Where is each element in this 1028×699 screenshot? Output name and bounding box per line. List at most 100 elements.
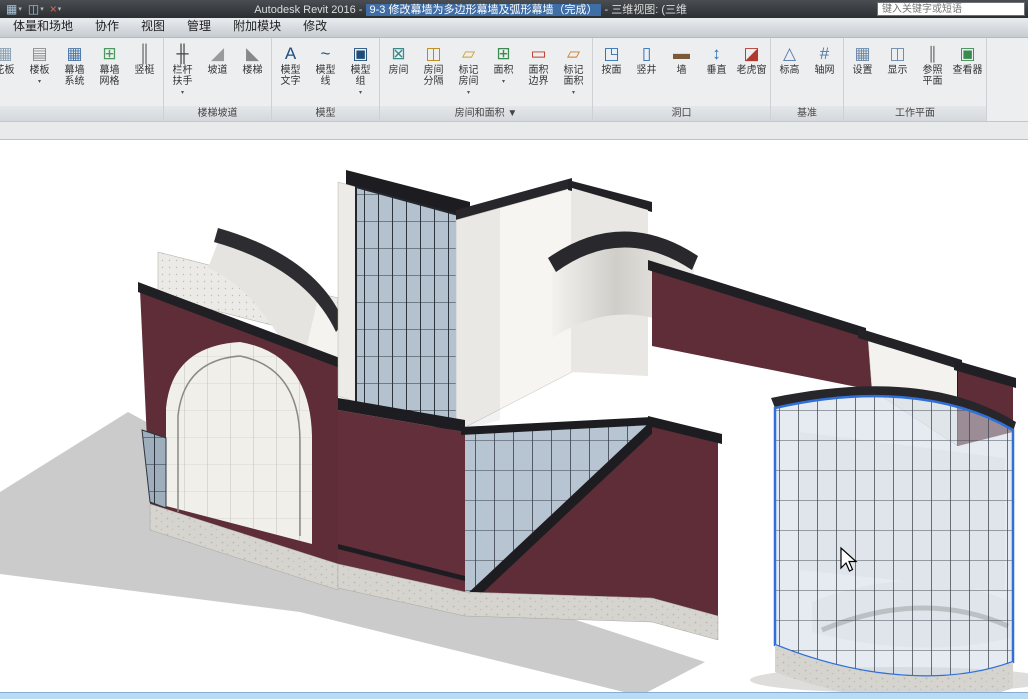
tab-addins[interactable]: 附加模块 bbox=[222, 15, 292, 37]
button-label: 栏杆 扶手 bbox=[173, 65, 193, 87]
tab-view[interactable]: 视图 bbox=[130, 15, 176, 37]
caret-down-icon: ▾ bbox=[572, 88, 575, 99]
panel-label-build[interactable] bbox=[0, 106, 163, 121]
ribbon-button-by-face[interactable]: ◳按面 bbox=[594, 40, 629, 104]
caret-down-icon: ▾ bbox=[38, 77, 41, 88]
panel-label-work-plane[interactable]: 工作平面 bbox=[844, 106, 986, 121]
stair-icon: ◣ bbox=[241, 42, 265, 64]
button-label: 面积 边界 bbox=[529, 65, 549, 87]
button-label: 房间 分隔 bbox=[424, 65, 444, 87]
ribbon-panel-work-plane: ▦设置◫显示∥参照 平面▣查看器工作平面 bbox=[844, 38, 987, 121]
ribbon-button-tag-area[interactable]: ▱标记 面积▾ bbox=[556, 40, 591, 104]
panel-buttons: ⊠房间◫房间 分隔▱标记 房间▾⊞面积▾▭面积 边界▱标记 面积▾ bbox=[380, 38, 592, 106]
ribbon-panel-model: A模型 文字~模型 线▣模型 组▾模型 bbox=[272, 38, 380, 121]
panel-label-datum[interactable]: 基准 bbox=[771, 106, 843, 121]
ribbon-button-wall-opening[interactable]: ▬墙 bbox=[664, 40, 699, 104]
room-separator-icon: ◫ bbox=[422, 42, 446, 64]
ribbon-button-shaft[interactable]: ▯竖井 bbox=[629, 40, 664, 104]
title-suffix: - 三维视图: (三维 bbox=[601, 4, 687, 16]
ribbon-button-grid-axis[interactable]: #轴网 bbox=[807, 40, 842, 104]
search-input[interactable] bbox=[877, 2, 1025, 16]
ribbon-button-curtain-system[interactable]: ▦幕墙 系统 bbox=[57, 40, 92, 104]
ribbon-button-viewer[interactable]: ▣查看器 bbox=[950, 40, 985, 104]
button-label: 墙 bbox=[677, 65, 687, 76]
panel-buttons: A模型 文字~模型 线▣模型 组▾ bbox=[272, 38, 379, 106]
panel-label-room-area[interactable]: 房间和面积 ▼ bbox=[380, 106, 592, 121]
tab-manage[interactable]: 管理 bbox=[176, 15, 222, 37]
ribbon-button-set-workplane[interactable]: ▦设置 bbox=[845, 40, 880, 104]
selected-curtain-wall[interactable] bbox=[771, 386, 1016, 692]
area-icon: ⊞ bbox=[492, 42, 516, 64]
ribbon-button-room[interactable]: ⊠房间 bbox=[381, 40, 416, 104]
button-label: 竖井 bbox=[637, 65, 657, 76]
grid-axis-icon: # bbox=[813, 42, 837, 64]
panel-label-circulation[interactable]: 楼梯坡道 bbox=[164, 106, 271, 121]
tab-modify[interactable]: 修改 bbox=[292, 15, 338, 37]
ribbon-button-tag-room[interactable]: ▱标记 房间▾ bbox=[451, 40, 486, 104]
ribbon: ▦花板▤楼板▾▦幕墙 系统⊞幕墙 网格║竖梃╫栏杆 扶手▾◢坡道◣楼梯楼梯坡道A… bbox=[0, 38, 1028, 122]
caret-down-icon: ▾ bbox=[18, 5, 22, 13]
ribbon-button-stair[interactable]: ◣楼梯 bbox=[235, 40, 270, 104]
glass-tower bbox=[338, 170, 470, 434]
ribbon-button-model-group[interactable]: ▣模型 组▾ bbox=[343, 40, 378, 104]
button-label: 垂直 bbox=[707, 65, 727, 76]
ribbon-button-ref-plane[interactable]: ∥参照 平面 bbox=[915, 40, 950, 104]
caret-down-icon: ▾ bbox=[359, 88, 362, 99]
vertical-opening-icon: ↕ bbox=[705, 42, 729, 64]
curtain-grid-icon: ⊞ bbox=[98, 42, 122, 64]
panel-buttons: ▦花板▤楼板▾▦幕墙 系统⊞幕墙 网格║竖梃 bbox=[0, 38, 163, 106]
railing-icon: ╫ bbox=[171, 42, 195, 64]
set-workplane-icon: ▦ bbox=[851, 42, 875, 64]
ribbon-panel-opening: ◳按面▯竖井▬墙↕垂直◪老虎窗洞口 bbox=[593, 38, 771, 121]
title-document: 9-3 修改幕墙为多边形幕墙及弧形幕墙（完成） bbox=[366, 4, 602, 16]
panel-buttons: △标高#轴网 bbox=[771, 38, 843, 106]
status-strip bbox=[0, 692, 1028, 699]
ribbon-button-show-workplane[interactable]: ◫显示 bbox=[880, 40, 915, 104]
dormer-icon: ◪ bbox=[740, 42, 764, 64]
button-label: 模型 线 bbox=[316, 65, 336, 87]
tab-collaborate[interactable]: 协作 bbox=[84, 15, 130, 37]
view-layout-icon: ◫ bbox=[28, 2, 39, 16]
button-label: 楼梯 bbox=[243, 65, 263, 76]
caret-down-icon: ▾ bbox=[502, 77, 505, 88]
ribbon-tab-bar: 体量和场地协作视图管理附加模块修改 bbox=[0, 18, 1028, 38]
button-label: 按面 bbox=[602, 65, 622, 76]
panel-label-model[interactable]: 模型 bbox=[272, 106, 379, 121]
viewer-icon: ▣ bbox=[956, 42, 980, 64]
ramp-icon: ◢ bbox=[206, 42, 230, 64]
tab-massing-site[interactable]: 体量和场地 bbox=[2, 15, 84, 37]
show-workplane-icon: ◫ bbox=[886, 42, 910, 64]
caret-down-icon: ▾ bbox=[181, 88, 184, 99]
model-group-icon: ▣ bbox=[349, 42, 373, 64]
ribbon-button-floor[interactable]: ▤楼板▾ bbox=[22, 40, 57, 104]
ribbon-button-room-separator[interactable]: ◫房间 分隔 bbox=[416, 40, 451, 104]
button-label: 幕墙 系统 bbox=[65, 65, 85, 87]
button-label: 幕墙 网格 bbox=[100, 65, 120, 87]
ribbon-panel-build: ▦花板▤楼板▾▦幕墙 系统⊞幕墙 网格║竖梃 bbox=[0, 38, 164, 121]
model-text-icon: A bbox=[279, 42, 303, 64]
level-icon: △ bbox=[778, 42, 802, 64]
ribbon-button-ceiling[interactable]: ▦花板 bbox=[0, 40, 22, 104]
ribbon-button-vertical-opening[interactable]: ↕垂直 bbox=[699, 40, 734, 104]
ribbon-button-area-boundary[interactable]: ▭面积 边界 bbox=[521, 40, 556, 104]
3d-model-view bbox=[0, 140, 1028, 692]
ribbon-button-dormer[interactable]: ◪老虎窗 bbox=[734, 40, 769, 104]
ribbon-button-model-text[interactable]: A模型 文字 bbox=[273, 40, 308, 104]
curtain-system-icon: ▦ bbox=[63, 42, 87, 64]
ribbon-button-model-line[interactable]: ~模型 线 bbox=[308, 40, 343, 104]
ribbon-button-railing[interactable]: ╫栏杆 扶手▾ bbox=[165, 40, 200, 104]
panel-label-opening[interactable]: 洞口 bbox=[593, 106, 770, 121]
model-line-icon: ~ bbox=[314, 42, 338, 64]
ribbon-button-mullion[interactable]: ║竖梃 bbox=[127, 40, 162, 104]
button-label: 设置 bbox=[853, 65, 873, 76]
ribbon-button-curtain-grid[interactable]: ⊞幕墙 网格 bbox=[92, 40, 127, 104]
ref-plane-icon: ∥ bbox=[921, 42, 945, 64]
ribbon-button-ramp[interactable]: ◢坡道 bbox=[200, 40, 235, 104]
button-label: 显示 bbox=[888, 65, 908, 76]
caret-down-icon: ▾ bbox=[467, 88, 470, 99]
drawing-area[interactable] bbox=[0, 140, 1028, 692]
ribbon-button-area[interactable]: ⊞面积▾ bbox=[486, 40, 521, 104]
room-icon: ⊠ bbox=[387, 42, 411, 64]
ribbon-button-level[interactable]: △标高 bbox=[772, 40, 807, 104]
options-bar bbox=[0, 122, 1028, 140]
